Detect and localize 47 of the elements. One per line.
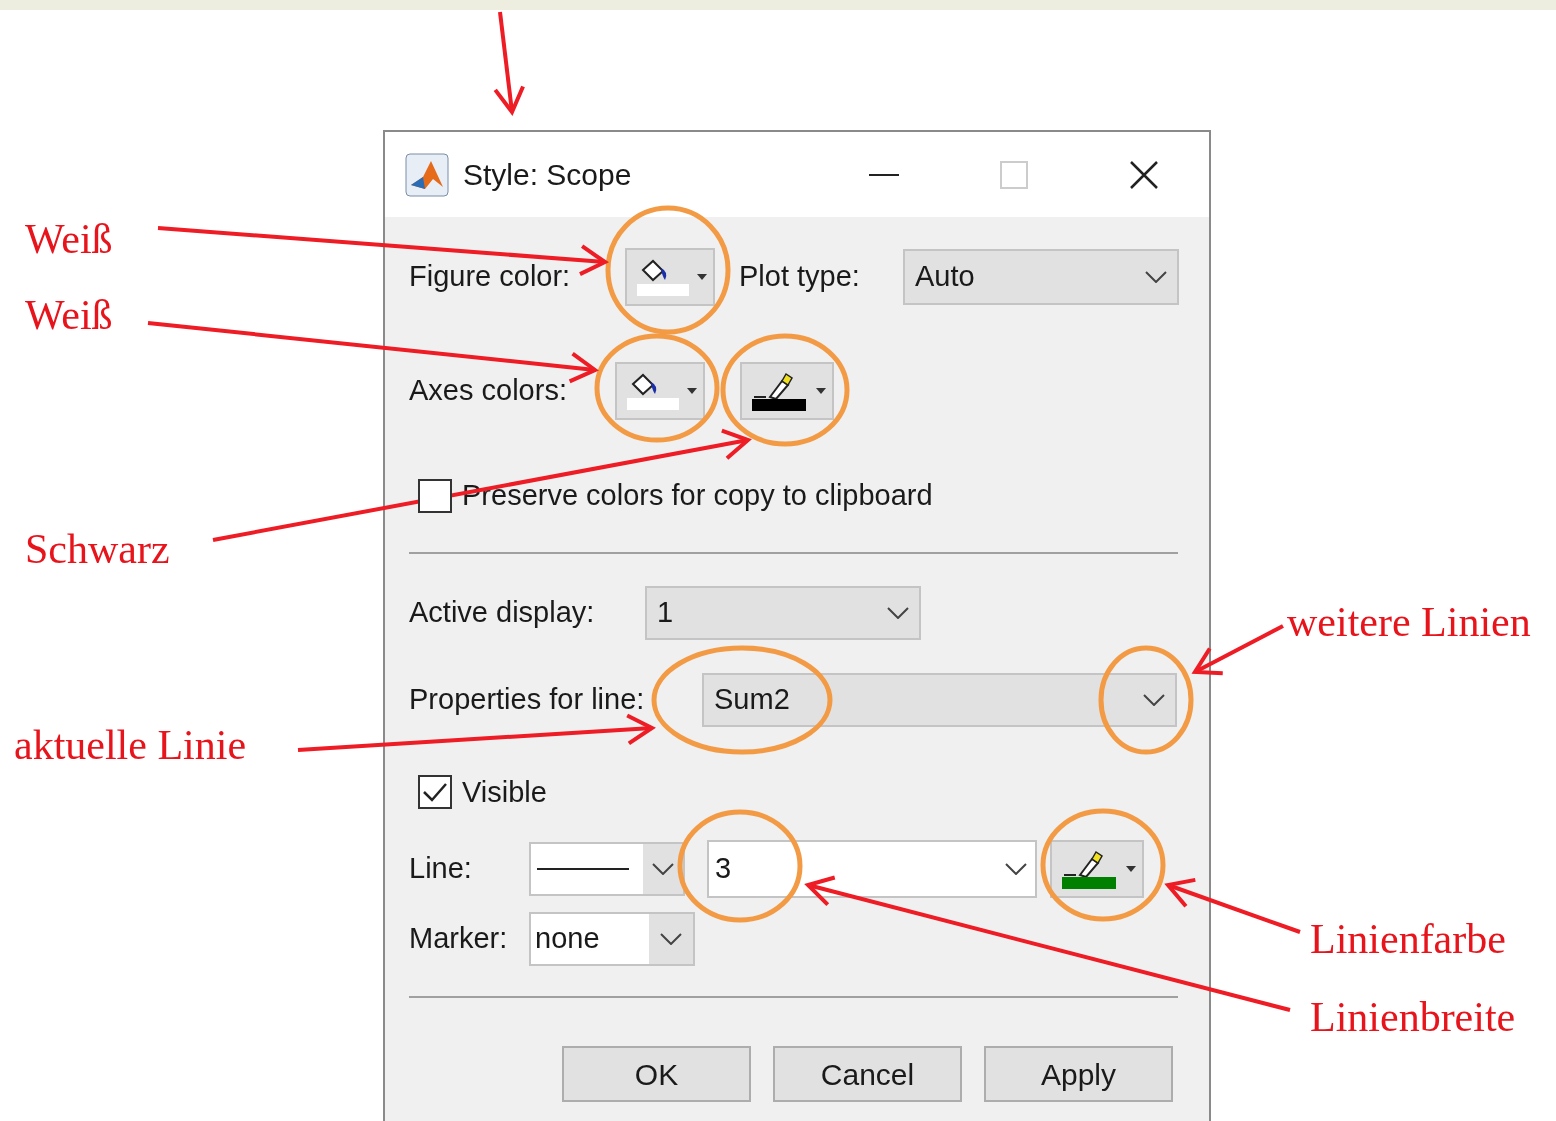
- annotation-label: weitere Linien: [1287, 601, 1531, 643]
- chevron-icon: [1145, 271, 1167, 283]
- field-label: Figure color:: [409, 259, 572, 295]
- active-display-select[interactable]: 1: [645, 585, 921, 640]
- caret-icon: [1126, 866, 1136, 872]
- annotation-label: Schwarz: [25, 528, 170, 570]
- marker-select[interactable]: none: [529, 912, 695, 966]
- annotation-label: Weiß: [25, 218, 113, 260]
- caret-icon: [687, 388, 697, 394]
- color-picker-button[interactable]: [615, 362, 705, 420]
- checkbox-label: Visible: [462, 774, 547, 810]
- annotation-label: Weiß: [25, 294, 113, 336]
- checkbox[interactable]: [418, 775, 452, 810]
- field-label: Plot type:: [739, 259, 861, 295]
- annotation-label: aktuelle Linie: [14, 724, 247, 766]
- chevron-icon: [887, 606, 909, 619]
- field-label: Properties for line:: [409, 681, 646, 717]
- annotation-label: Linienfarbe: [1310, 918, 1506, 960]
- caret-icon: [816, 388, 826, 394]
- chevron-icon: [660, 933, 682, 945]
- dialog-button[interactable]: Cancel: [773, 1046, 962, 1102]
- maximize-icon: [1000, 160, 1028, 189]
- chevron-icon: [1143, 693, 1165, 706]
- dialog-button[interactable]: OK: [562, 1046, 751, 1102]
- caret-icon: [697, 274, 707, 280]
- color-picker-button[interactable]: [740, 362, 834, 420]
- chevron-icon: [652, 863, 674, 875]
- plot-type-select[interactable]: Auto: [903, 249, 1179, 305]
- checkbox[interactable]: [418, 478, 452, 513]
- color-picker-button[interactable]: [625, 248, 715, 306]
- annotation-label: Linienbreite: [1310, 996, 1516, 1038]
- close-icon: [1129, 159, 1159, 190]
- solid-line-icon: [537, 867, 629, 871]
- checkbox-label: Preserve colors for copy to clipboard: [462, 478, 933, 513]
- app-icon: [405, 152, 449, 197]
- color-picker-button[interactable]: [1050, 840, 1144, 898]
- field-label: Marker:: [409, 921, 509, 957]
- field-label: Line:: [409, 851, 473, 887]
- field-label: Active display:: [409, 594, 596, 630]
- line-width-combo[interactable]: 3: [707, 840, 1037, 898]
- chevron-icon: [1005, 863, 1027, 875]
- line-style-select[interactable]: [529, 842, 685, 896]
- checkmark-icon: [422, 781, 448, 804]
- dialog-button[interactable]: Apply: [984, 1046, 1173, 1102]
- field-label: Axes colors:: [409, 373, 568, 409]
- window-title: Style: Scope: [463, 157, 632, 193]
- line-select[interactable]: Sum2: [702, 672, 1177, 727]
